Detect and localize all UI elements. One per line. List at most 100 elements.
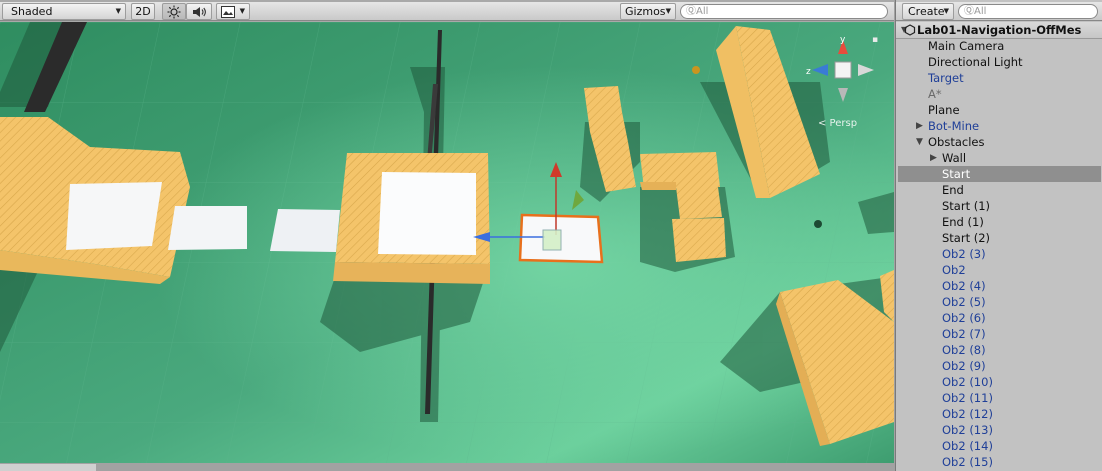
speaker-icon	[193, 7, 206, 17]
hierarchy-item-label: Ob2 (9)	[942, 359, 986, 373]
hierarchy-item[interactable]: ▼ Obstacles	[898, 134, 1101, 150]
scene-audio-toggle[interactable]	[186, 3, 212, 20]
hierarchy-item-label: Ob2 (3)	[942, 247, 986, 261]
hierarchy-item-label: Ob2 (10)	[942, 375, 993, 389]
hierarchy-item-label: Plane	[928, 103, 960, 117]
scene-viewport[interactable]: y z < Persp ▪	[0, 22, 894, 463]
scene-view[interactable]: Shaded ▼ 2D ▼ Gizmos ▼ ⓆAll y z < Persp …	[0, 0, 894, 471]
hierarchy-search-input[interactable]: ⓆAll	[958, 4, 1098, 19]
hierarchy-item[interactable]: Ob2 (9)	[898, 358, 1101, 374]
hierarchy-item-label: Ob2 (5)	[942, 295, 986, 309]
gizmo-center-cube[interactable]	[834, 61, 852, 79]
dropdown-arrow-icon: ▼	[665, 7, 671, 15]
hierarchy-item-label: Ob2 (7)	[942, 327, 986, 341]
hierarchy-item[interactable]: Target	[898, 70, 1101, 86]
hierarchy-search-placeholder: ⓆAll	[964, 6, 987, 17]
hierarchy-item-label: Ob2 (13)	[942, 423, 993, 437]
2d-toggle-button[interactable]: 2D	[131, 3, 155, 20]
hierarchy-item[interactable]: Start	[898, 166, 1101, 182]
hierarchy-item[interactable]: Ob2 (5)	[898, 294, 1101, 310]
hierarchy-item[interactable]: Directional Light	[898, 54, 1101, 70]
hierarchy-scene-row[interactable]: ▼ Lab01-Navigation-OffMes	[896, 22, 1102, 39]
hierarchy-item-label: Ob2	[942, 263, 966, 277]
hierarchy-item-label: Obstacles	[928, 135, 985, 149]
hierarchy-item[interactable]: Ob2 (7)	[898, 326, 1101, 342]
hierarchy-item[interactable]: Plane	[898, 102, 1101, 118]
scene-toolbar: Shaded ▼ 2D ▼ Gizmos ▼ ⓆAll	[0, 2, 894, 21]
scrollbar-thumb[interactable]	[0, 464, 96, 471]
hierarchy-item[interactable]: Ob2 (15)	[898, 454, 1101, 470]
unity-scene-icon	[904, 24, 916, 36]
lock-icon[interactable]: ▪	[872, 35, 878, 45]
gizmos-dropdown[interactable]: Gizmos ▼	[620, 3, 676, 20]
marker-pad	[270, 209, 340, 252]
create-dropdown[interactable]: Create ▼	[902, 3, 954, 20]
gizmo-z-label: z	[806, 67, 811, 77]
hierarchy-item[interactable]: Ob2 (4)	[898, 278, 1101, 294]
scene-horizontal-scrollbar[interactable]	[0, 463, 894, 471]
hierarchy-item-label: Bot-Mine	[928, 119, 980, 133]
target-sphere	[692, 66, 700, 74]
hierarchy-item[interactable]: Ob2 (6)	[898, 310, 1101, 326]
hierarchy-item-label: Start (1)	[942, 199, 991, 213]
gizmo-y-label: y	[840, 35, 846, 45]
hierarchy-panel: Create ▼ ⓆAll ▼ Lab01-Navigation-OffMes …	[895, 0, 1102, 471]
small-shadow	[814, 220, 822, 228]
hierarchy-item[interactable]: Ob2 (11)	[898, 390, 1101, 406]
hierarchy-item[interactable]: Ob2 (13)	[898, 422, 1101, 438]
2d-toggle-label: 2D	[135, 5, 151, 18]
hierarchy-item-label: Start (2)	[942, 231, 991, 245]
hierarchy-item[interactable]: Ob2	[898, 262, 1101, 278]
hierarchy-item[interactable]: End	[898, 182, 1101, 198]
hierarchy-item[interactable]: Ob2 (10)	[898, 374, 1101, 390]
scene-search-input[interactable]: ⓆAll	[680, 4, 888, 19]
hierarchy-item-label: Ob2 (6)	[942, 311, 986, 325]
hierarchy-item[interactable]: Start (1)	[898, 198, 1101, 214]
marker-pad	[168, 206, 247, 250]
expand-arrow-icon[interactable]: ▼	[916, 134, 923, 150]
scene-lighting-toggle[interactable]	[162, 3, 186, 20]
shading-mode-label: Shaded	[11, 5, 53, 18]
hierarchy-item-label: Wall	[942, 151, 967, 165]
scene-render[interactable]: y z < Persp ▪	[0, 22, 894, 463]
scene-effects-dropdown[interactable]: ▼	[216, 3, 250, 20]
hierarchy-item[interactable]: Ob2 (8)	[898, 342, 1101, 358]
scene-name: Lab01-Navigation-OffMes	[917, 23, 1082, 37]
dropdown-arrow-icon: ▼	[239, 7, 245, 15]
hierarchy-item-label: Ob2 (15)	[942, 455, 993, 469]
hierarchy-item[interactable]: ▶ Wall	[898, 150, 1101, 166]
hierarchy-item[interactable]: Ob2 (12)	[898, 406, 1101, 422]
hierarchy-item[interactable]: Main Camera	[898, 38, 1101, 54]
hierarchy-item-label: Ob2 (11)	[942, 391, 993, 405]
scene-search-placeholder: ⓆAll	[686, 6, 709, 17]
hierarchy-item-label: Ob2 (4)	[942, 279, 986, 293]
hierarchy-item[interactable]: Ob2 (3)	[898, 246, 1101, 262]
hierarchy-item-label: A*	[928, 87, 942, 101]
hierarchy-item[interactable]: End (1)	[898, 214, 1101, 230]
sun-icon	[167, 5, 181, 19]
hierarchy-item-label: End	[942, 183, 964, 197]
projection-label[interactable]: < Persp	[818, 118, 857, 129]
dropdown-arrow-icon: ▼	[115, 7, 121, 15]
create-label: Create	[908, 5, 945, 18]
obstacle-center	[333, 153, 490, 284]
hierarchy-item[interactable]: ▶ Bot-Mine	[898, 118, 1101, 134]
gizmos-label: Gizmos	[625, 5, 666, 18]
hierarchy-item[interactable]: Start (2)	[898, 230, 1101, 246]
hierarchy-item-label: Main Camera	[928, 39, 1005, 53]
hierarchy-toolbar: Create ▼ ⓆAll	[896, 2, 1102, 21]
collapse-arrow-icon[interactable]: ▶	[930, 150, 937, 166]
hierarchy-item-label: Directional Light	[928, 55, 1023, 69]
collapse-arrow-icon[interactable]: ▶	[916, 118, 923, 134]
hierarchy-item-label: Ob2 (8)	[942, 343, 986, 357]
image-effects-icon	[221, 6, 235, 18]
hierarchy-item-label: Target	[928, 71, 964, 85]
transform-center-cube[interactable]	[542, 229, 562, 251]
shading-mode-dropdown[interactable]: Shaded ▼	[2, 3, 126, 20]
hierarchy-item-label: Ob2 (12)	[942, 407, 993, 421]
hierarchy-item-label: Ob2 (14)	[942, 439, 993, 453]
dropdown-arrow-icon: ▼	[943, 7, 949, 15]
hierarchy-item-label: End (1)	[942, 215, 984, 229]
hierarchy-item[interactable]: Ob2 (14)	[898, 438, 1101, 454]
hierarchy-item[interactable]: A*	[898, 86, 1101, 102]
